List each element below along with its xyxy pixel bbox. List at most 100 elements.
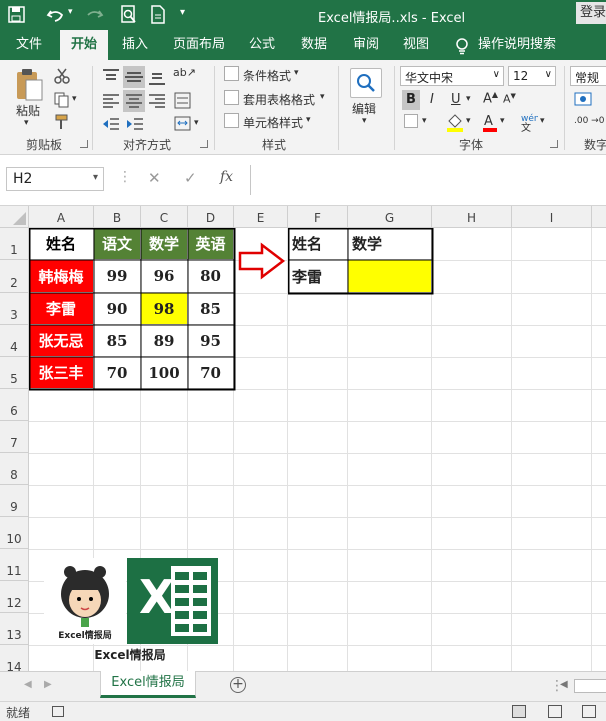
underline-dropdown-icon[interactable]: ▾ <box>466 94 471 104</box>
decimal-icon[interactable]: .00 →0 <box>574 116 604 126</box>
format-table-dropdown-icon[interactable]: ▾ <box>320 92 325 102</box>
redo-icon[interactable] <box>84 6 104 24</box>
insert-function-button[interactable]: fx <box>220 169 233 185</box>
excel-logo[interactable]: X <box>127 558 218 644</box>
phonetic-icon[interactable]: wén文 <box>518 112 538 132</box>
align-top-icon[interactable] <box>102 68 120 86</box>
column-header-a[interactable]: A <box>29 206 94 228</box>
horizontal-scrollbar[interactable] <box>574 679 606 693</box>
row-header-11[interactable]: 11 <box>0 549 29 581</box>
normal-view-icon[interactable] <box>512 705 526 718</box>
font-launcher-icon[interactable] <box>550 140 558 148</box>
undo-icon[interactable] <box>46 6 66 24</box>
row-header-6[interactable]: 6 <box>0 389 29 421</box>
fill-color-dropdown-icon[interactable]: ▾ <box>466 116 471 126</box>
cell-styles-dropdown-icon[interactable]: ▾ <box>306 115 311 125</box>
row-header-5[interactable]: 5 <box>0 357 29 389</box>
column-header-g[interactable]: G <box>348 206 432 228</box>
scroll-left-icon[interactable]: ◀ <box>24 679 32 690</box>
scroll-right-icon[interactable]: ▶ <box>44 679 52 690</box>
tab-file[interactable]: 文件 <box>6 30 52 60</box>
format-table-button[interactable]: 套用表格格式 <box>243 91 315 108</box>
align-center-button[interactable] <box>123 90 145 112</box>
font-size-select[interactable]: 12 ∨ <box>508 66 556 86</box>
borders-icon[interactable] <box>404 114 418 128</box>
enter-icon[interactable]: ✓ <box>184 169 197 187</box>
align-bottom-icon[interactable] <box>148 68 166 86</box>
fill-color-icon[interactable] <box>446 112 464 132</box>
tab-view[interactable]: 视图 <box>394 30 438 60</box>
right-arrow-icon[interactable] <box>238 242 286 280</box>
font-color-icon[interactable]: A <box>482 112 498 132</box>
font-name-select[interactable]: 华文中宋 ∨ <box>400 66 504 86</box>
align-left-icon[interactable] <box>102 92 120 110</box>
borders-dropdown-icon[interactable]: ▾ <box>422 116 427 126</box>
print-preview-icon[interactable] <box>120 5 138 25</box>
customize-toolbar-icon[interactable]: ▾ <box>180 7 185 18</box>
tab-formulas[interactable]: 公式 <box>240 30 284 60</box>
orientation-icon[interactable]: ab↗ <box>173 66 196 79</box>
name-box[interactable]: H2 ▾ <box>6 167 104 191</box>
cell-styles-button[interactable]: 单元格样式 <box>243 114 303 131</box>
paste-icon[interactable] <box>14 68 44 102</box>
add-sheet-icon[interactable]: + <box>230 677 246 693</box>
paste-label[interactable]: 粘贴 <box>16 102 40 119</box>
font-color-dropdown-icon[interactable]: ▾ <box>500 116 505 126</box>
hscroll-left-icon[interactable]: ◀ <box>560 679 568 690</box>
row-header-12[interactable]: 12 <box>0 581 29 613</box>
cut-icon[interactable] <box>54 68 70 84</box>
bold-button[interactable]: B <box>402 90 420 110</box>
decrease-font-icon[interactable]: A▼ <box>503 92 516 106</box>
column-header-d[interactable]: D <box>188 206 234 228</box>
increase-font-icon[interactable]: A▲ <box>483 90 498 106</box>
decrease-indent-icon[interactable] <box>102 116 120 132</box>
row-header-7[interactable]: 7 <box>0 421 29 453</box>
formula-input[interactable] <box>250 165 606 195</box>
editing-dropdown-icon[interactable]: ▾ <box>362 116 367 126</box>
sheet-tab[interactable]: Excel情报局 <box>100 671 196 698</box>
clipboard-launcher-icon[interactable] <box>80 140 88 148</box>
row-header-3[interactable]: 3 <box>0 293 29 325</box>
row-header-2[interactable]: 2 <box>0 260 29 293</box>
align-middle-button[interactable] <box>123 66 145 88</box>
column-header-i[interactable]: I <box>512 206 592 228</box>
row-header-13[interactable]: 13 <box>0 613 29 645</box>
wrap-text-icon[interactable] <box>174 92 192 110</box>
page-break-view-icon[interactable] <box>582 705 596 718</box>
row-header-10[interactable]: 10 <box>0 517 29 549</box>
tab-page-layout[interactable]: 页面布局 <box>166 30 232 60</box>
worksheet-grid[interactable]: A B C D E F G H I 1 2 3 4 5 6 7 8 9 10 1… <box>0 206 606 671</box>
editing-label[interactable]: 编辑 <box>352 100 376 117</box>
row-header-1[interactable]: 1 <box>0 228 29 260</box>
row-header-9[interactable]: 9 <box>0 485 29 517</box>
merge-center-icon[interactable] <box>174 116 192 132</box>
tab-home[interactable]: 开始 <box>60 30 108 60</box>
tab-data[interactable]: 数据 <box>292 30 336 60</box>
select-all-button[interactable] <box>0 206 29 228</box>
row-header-14[interactable]: 14 <box>0 645 29 671</box>
login-button[interactable]: 登录 <box>576 2 606 24</box>
mascot-logo[interactable]: Excel情报局 <box>44 558 126 644</box>
tab-review[interactable]: 审阅 <box>344 30 388 60</box>
macro-record-icon[interactable] <box>52 706 64 717</box>
tell-me-search[interactable]: 操作说明搜索 <box>478 30 564 60</box>
column-header-f[interactable]: F <box>288 206 348 228</box>
phonetic-dropdown-icon[interactable]: ▾ <box>540 116 545 126</box>
merge-dropdown-icon[interactable]: ▾ <box>194 118 199 128</box>
paste-dropdown-icon[interactable]: ▾ <box>24 118 29 128</box>
copy-dropdown-icon[interactable]: ▾ <box>72 94 77 104</box>
conditional-format-dropdown-icon[interactable]: ▾ <box>294 68 299 78</box>
row-header-8[interactable]: 8 <box>0 453 29 485</box>
cancel-icon[interactable]: ✕ <box>148 169 161 187</box>
alignment-launcher-icon[interactable] <box>200 140 208 148</box>
column-header-c[interactable]: C <box>141 206 188 228</box>
increase-indent-icon[interactable] <box>126 116 144 132</box>
conditional-format-button[interactable]: 条件格式 <box>243 67 291 84</box>
page-layout-view-icon[interactable] <box>548 705 562 718</box>
format-painter-icon[interactable] <box>54 114 70 130</box>
formula-bar-grip-icon[interactable]: ⋮ <box>118 169 132 185</box>
column-header-e[interactable]: E <box>234 206 288 228</box>
align-right-icon[interactable] <box>148 92 166 110</box>
find-select-button[interactable] <box>350 68 382 98</box>
copy-icon[interactable] <box>54 92 70 108</box>
